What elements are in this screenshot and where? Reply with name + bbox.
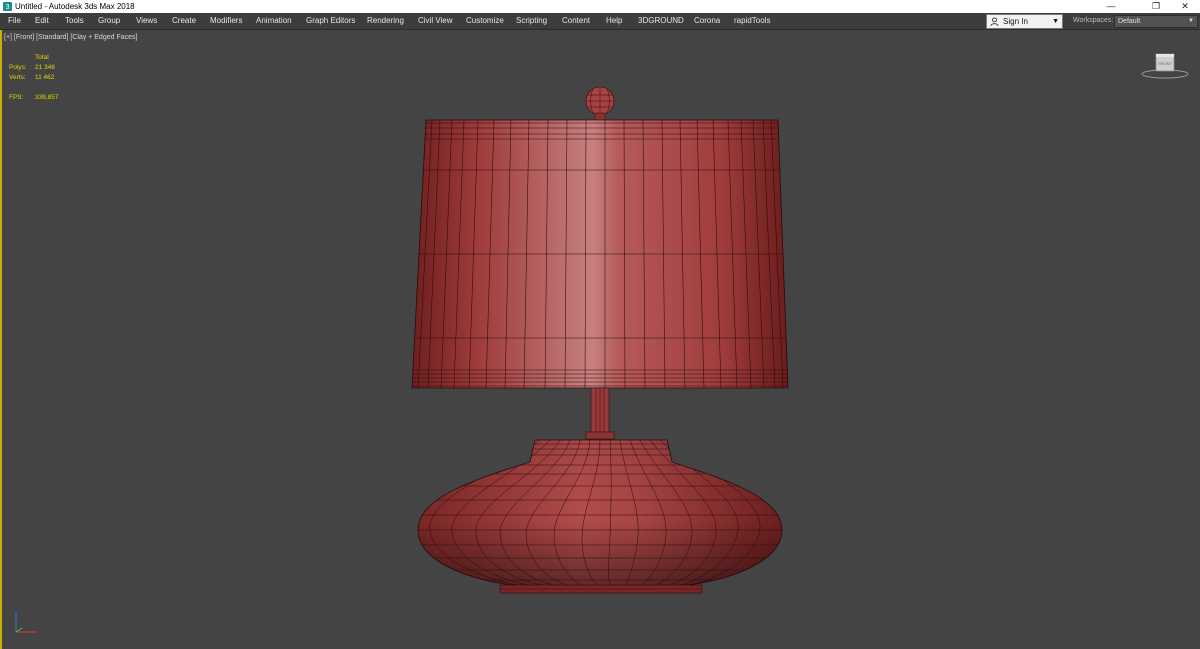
- lamp-base: [417, 439, 783, 594]
- lamp-stem: [585, 387, 615, 440]
- axis-tripod-icon: [15, 612, 36, 633]
- lamp-shade: [411, 119, 789, 389]
- lamp-finial: [585, 86, 615, 122]
- lamp-scene[interactable]: [0, 0, 1200, 649]
